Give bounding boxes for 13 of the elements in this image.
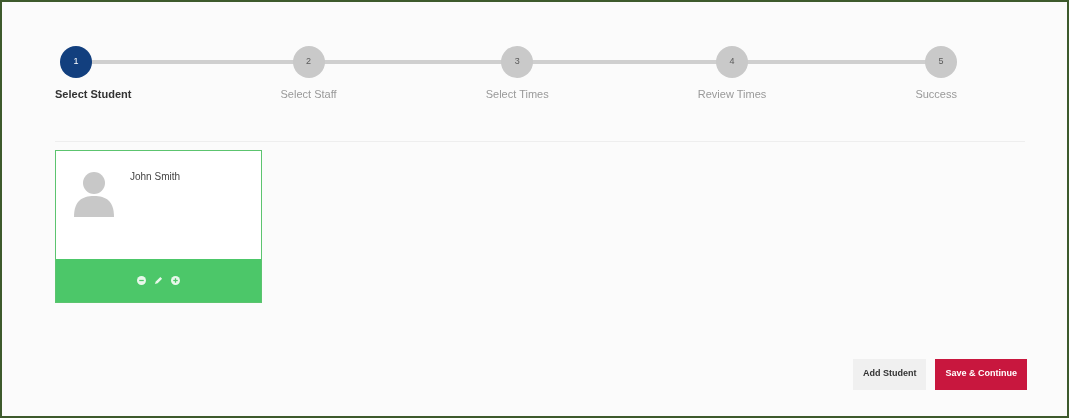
student-name: John Smith [130, 169, 181, 184]
step-label: Select Student [55, 87, 132, 102]
save-continue-button[interactable]: Save & Continue [935, 358, 1027, 390]
student-card[interactable]: John Smith [55, 149, 262, 303]
step-label: Select Times [485, 87, 549, 102]
pencil-icon[interactable] [154, 275, 163, 285]
step-label: Success [915, 87, 957, 102]
minus-icon[interactable] [137, 275, 146, 285]
add-student-button[interactable]: Add Student [853, 358, 927, 390]
step-label: Select Staff [280, 87, 337, 102]
plus-icon[interactable] [171, 275, 180, 285]
step-label: Review Times [697, 87, 767, 102]
user-avatar-icon [74, 170, 114, 217]
